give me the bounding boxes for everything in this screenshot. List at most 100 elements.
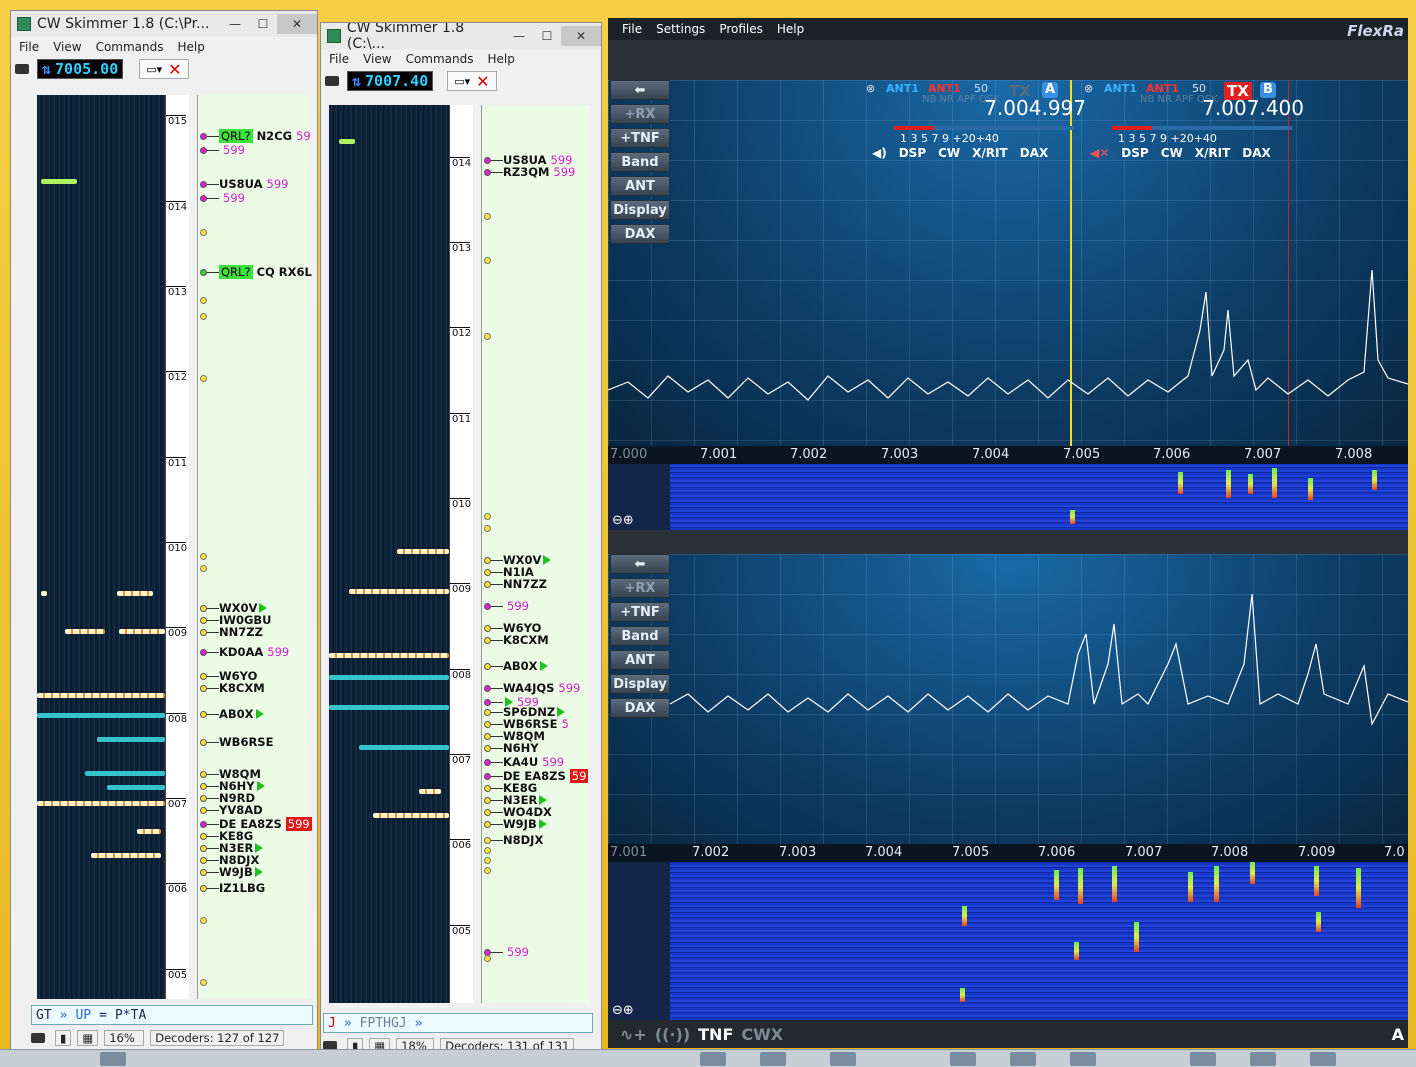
title-bar[interactable]: CW Skimmer 1.8 (C:\... — ☐ ✕: [321, 23, 601, 52]
spot-entry[interactable]: 599: [198, 191, 245, 205]
spot-entry[interactable]: IZ1LBG: [198, 881, 265, 895]
taskbar-app-icon[interactable]: [1250, 1052, 1276, 1066]
play-icon[interactable]: [259, 603, 268, 613]
frequency-display[interactable]: ⇅ 7007.40: [347, 71, 434, 91]
minimize-button[interactable]: —: [221, 14, 249, 34]
spot-entry[interactable]: QRL? CQ RX6L: [198, 265, 312, 279]
spot-entry[interactable]: YV8AD: [198, 803, 263, 817]
mic-icon[interactable]: ▦: [77, 1030, 99, 1046]
dax-button[interactable]: DAX: [1242, 146, 1271, 160]
spot-entry[interactable]: NN7ZZ: [198, 625, 263, 639]
camera-icon[interactable]: [325, 76, 339, 86]
rx-antenna[interactable]: ANT1: [886, 82, 919, 95]
spot-entry[interactable]: 599: [198, 143, 245, 157]
zoom-icons[interactable]: ⊖⊕: [612, 513, 634, 528]
filter-icon[interactable]: ▭▾: [454, 75, 470, 88]
play-icon[interactable]: [255, 709, 264, 719]
menu-view[interactable]: View: [53, 40, 81, 54]
spots-panel[interactable]: US8UA 599 RZ3QM 599 WX0V N1IA NN7ZZ 599 W6YO K8CX…: [481, 105, 589, 1003]
maximize-button[interactable]: ☐: [249, 14, 277, 34]
panadapter-1[interactable]: ⬅ +RX +TNF Band ANT Display DAX ⊗ ANT1 A…: [608, 80, 1408, 446]
swap-arrows-icon[interactable]: ⇅: [42, 60, 51, 78]
filter-icon[interactable]: ▭▾: [146, 63, 162, 76]
cw-button[interactable]: CW: [938, 146, 960, 160]
frequency-display[interactable]: ⇅ 7005.00: [37, 59, 124, 79]
decoded-text-bar[interactable]: J » FPTHGJ »: [323, 1013, 593, 1033]
taskbar-app-icon[interactable]: [830, 1052, 856, 1066]
maximize-button[interactable]: ☐: [533, 26, 561, 46]
spot-entry[interactable]: US8UA 599: [198, 177, 288, 191]
taskbar-app-icon[interactable]: [100, 1052, 126, 1066]
play-icon[interactable]: [255, 843, 264, 853]
spot-entry[interactable]: RZ3QM 599: [482, 165, 575, 179]
spot-entry[interactable]: K8CXM: [482, 633, 549, 647]
spots-panel[interactable]: QRL? N2CG 59 599 US8UA 599 599 QRL? CQ RX6L WX0V I…: [197, 95, 312, 999]
xrit-button[interactable]: X/RIT: [972, 146, 1008, 160]
cwx-toggle[interactable]: CWX: [741, 1025, 783, 1044]
spot-entry[interactable]: KD0AA 599: [198, 645, 289, 659]
spot-entry[interactable]: AB0X: [482, 659, 548, 673]
close-icon[interactable]: ⊗: [1084, 82, 1093, 95]
clear-icon[interactable]: ✕: [476, 72, 489, 91]
spot-entry[interactable]: 599: [482, 599, 529, 613]
taskbar-app-icon[interactable]: [1310, 1052, 1336, 1066]
waterfall-panel[interactable]: [37, 95, 165, 999]
mute-icon[interactable]: ◀✕: [1090, 146, 1109, 160]
close-button[interactable]: ✕: [561, 26, 601, 46]
play-icon[interactable]: [538, 819, 547, 829]
spot-entry[interactable]: KA4U 599: [482, 755, 564, 769]
decoded-text-bar[interactable]: GT » UP = P*TA: [31, 1005, 313, 1025]
taskbar-app-icon[interactable]: [700, 1052, 726, 1066]
play-icon[interactable]: [256, 781, 265, 791]
close-icon[interactable]: ⊗: [866, 82, 875, 95]
taskbar-app-icon[interactable]: [1190, 1052, 1216, 1066]
xrit-button[interactable]: X/RIT: [1195, 146, 1231, 160]
dsp-button[interactable]: DSP: [1121, 146, 1148, 160]
play-icon[interactable]: [543, 555, 552, 565]
spot-entry[interactable]: WA4JQS 599: [482, 681, 580, 695]
menu-help[interactable]: Help: [777, 22, 804, 36]
taskbar-app-icon[interactable]: [1070, 1052, 1096, 1066]
slice-frequency[interactable]: 7.004.997: [984, 96, 1086, 120]
spot-entry[interactable]: N6HY: [482, 741, 539, 755]
menu-view[interactable]: View: [363, 52, 391, 66]
tnf-toggle[interactable]: TNF: [698, 1025, 733, 1044]
camera-icon[interactable]: [15, 64, 29, 74]
taskbar-app-icon[interactable]: [760, 1052, 786, 1066]
clear-icon[interactable]: ✕: [168, 60, 181, 79]
spot-entry[interactable]: WB6RSE: [198, 735, 273, 749]
zoom-icons[interactable]: ⊖⊕: [612, 1003, 634, 1018]
taskbar-app-icon[interactable]: [950, 1052, 976, 1066]
swap-arrows-icon[interactable]: ⇅: [352, 72, 361, 90]
dsp-button[interactable]: DSP: [899, 146, 926, 160]
menu-profiles[interactable]: Profiles: [719, 22, 763, 36]
minimize-button[interactable]: —: [505, 26, 533, 46]
play-icon[interactable]: [254, 867, 263, 877]
waterfall-1[interactable]: ⊖⊕: [608, 464, 1408, 530]
spot-entry[interactable]: NN7ZZ: [482, 577, 547, 591]
waveform-icon[interactable]: ∿+: [620, 1025, 647, 1044]
dax-button[interactable]: DAX: [1020, 146, 1049, 160]
menu-settings[interactable]: Settings: [656, 22, 705, 36]
cw-button[interactable]: CW: [1161, 146, 1183, 160]
title-bar[interactable]: CW Skimmer 1.8 (C:\Pr... — ☐ ✕: [11, 11, 317, 37]
spot-entry[interactable]: QRL? N2CG 59: [198, 129, 311, 143]
menu-file[interactable]: File: [329, 52, 349, 66]
menu-help[interactable]: Help: [488, 52, 515, 66]
slice-frequency[interactable]: 7.007.400: [1202, 96, 1304, 120]
play-icon[interactable]: [557, 707, 566, 717]
rx-antenna[interactable]: ANT1: [1104, 82, 1137, 95]
spot-entry[interactable]: K8CXM: [198, 681, 265, 695]
slice-a-flag[interactable]: ⊗ ANT1 ANT1 50 NB NR APF QSK TX A 7.004.…: [866, 82, 1086, 160]
close-button[interactable]: ✕: [277, 14, 317, 34]
spot-entry[interactable]: W9JB: [482, 817, 547, 831]
play-icon[interactable]: [539, 661, 548, 671]
menu-file[interactable]: File: [19, 40, 39, 54]
lock-icon[interactable]: ▮: [55, 1030, 72, 1046]
camera-icon[interactable]: [31, 1033, 45, 1043]
spot-entry[interactable]: AB0X: [198, 707, 264, 721]
speaker-icon[interactable]: ◀): [872, 146, 887, 160]
menu-commands[interactable]: Commands: [96, 40, 164, 54]
slice-b-flag[interactable]: ⊗ ANT1 ANT1 50 NB NR APF QSK TX B 7.007.…: [1084, 82, 1304, 160]
menu-commands[interactable]: Commands: [406, 52, 474, 66]
